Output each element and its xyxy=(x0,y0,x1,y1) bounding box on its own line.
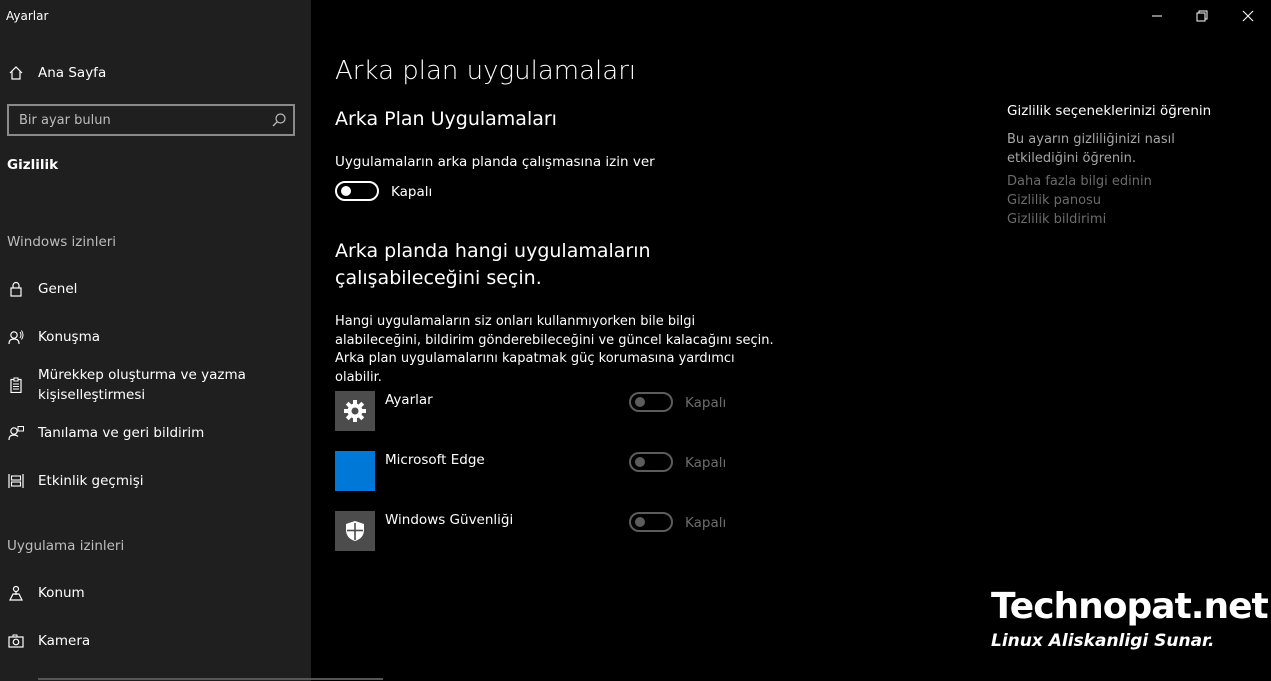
sidebar-item-diagnostics[interactable]: Tanılama ve geri bildirim xyxy=(0,411,311,455)
choose-apps-heading: Arka planda hangi uygulamaların çalışabi… xyxy=(335,240,651,289)
group-header-windows: Windows izinleri xyxy=(7,234,117,250)
sidebar-item-general[interactable]: Genel xyxy=(0,267,311,311)
app-toggle-state: Kapalı xyxy=(685,455,727,471)
sidebar-item-camera[interactable]: Kamera xyxy=(0,619,311,663)
app-name: Windows Güvenliği xyxy=(385,512,514,528)
timeline-icon xyxy=(7,472,25,490)
privacy-options-title: Gizlilik seçeneklerinizi öğrenin xyxy=(1007,103,1212,119)
sidebar-item-label: Etkinlik geçmişi xyxy=(38,473,144,489)
app-toggle-state: Kapalı xyxy=(685,515,727,531)
restore-icon xyxy=(1196,10,1208,22)
close-button[interactable] xyxy=(1225,0,1271,32)
app-tile-windows-security xyxy=(335,511,375,551)
privacy-dashboard-link[interactable]: Gizlilik panosu xyxy=(1007,193,1101,208)
close-icon xyxy=(1242,10,1254,22)
section-heading: Arka Plan Uygulamaları xyxy=(335,108,557,130)
section-title: Gizlilik xyxy=(7,157,59,173)
clipboard-icon xyxy=(7,376,25,394)
camera-icon xyxy=(7,632,25,650)
search-input[interactable] xyxy=(9,106,259,134)
toggle-knob xyxy=(635,517,645,527)
sidebar-item-label: Tanılama ve geri bildirim xyxy=(38,425,205,441)
app-toggle-settings[interactable] xyxy=(629,392,673,412)
learn-more-link[interactable]: Daha fazla bilgi edinin xyxy=(1007,174,1152,189)
sidebar-item-label: Ana Sayfa xyxy=(38,65,107,81)
watermark-tagline: Linux Aliskanligi Sunar. xyxy=(991,631,1215,651)
shield-icon xyxy=(346,521,364,541)
app-name: Microsoft Edge xyxy=(385,452,485,468)
privacy-options-description: Bu ayarın gizliliğinizi nasıl etkilediği… xyxy=(1007,132,1175,166)
edge-icon xyxy=(355,471,356,472)
lock-icon xyxy=(7,280,25,298)
toggle-knob xyxy=(635,457,645,467)
minimize-icon xyxy=(1152,15,1162,17)
speech-icon xyxy=(7,328,25,346)
bottom-divider xyxy=(38,678,383,680)
sidebar-item-speech[interactable]: Konuşma xyxy=(0,315,311,359)
allow-background-toggle[interactable] xyxy=(335,181,379,201)
sidebar: Ayarlar Ana Sayfa Gizlilik Windows izinl… xyxy=(0,0,311,681)
minimize-button[interactable] xyxy=(1134,0,1180,32)
restore-button[interactable] xyxy=(1179,0,1225,32)
sidebar-item-label: Genel xyxy=(38,281,78,297)
home-icon xyxy=(7,64,25,82)
sidebar-item-home[interactable]: Ana Sayfa xyxy=(0,51,311,95)
location-icon xyxy=(7,584,25,602)
allow-background-state: Kapalı xyxy=(391,184,433,200)
sidebar-item-label: Konuşma xyxy=(38,329,101,345)
app-title: Ayarlar xyxy=(6,9,49,23)
allow-background-label: Uygulamaların arka planda çalışmasına iz… xyxy=(335,154,655,170)
sidebar-item-location[interactable]: Konum xyxy=(0,571,311,615)
search-box[interactable] xyxy=(7,104,295,136)
sidebar-item-inking[interactable]: Mürekkep oluşturma ve yazma kişiselleşti… xyxy=(0,362,311,408)
watermark-brand: Technopat.net xyxy=(991,586,1269,627)
app-name: Ayarlar xyxy=(385,392,433,408)
search-icon[interactable] xyxy=(271,112,287,128)
privacy-statement-link[interactable]: Gizlilik bildirimi xyxy=(1007,212,1106,227)
sidebar-item-label: Mürekkep oluşturma ve yazma kişiselleşti… xyxy=(38,367,246,403)
app-toggle-edge[interactable] xyxy=(629,452,673,472)
sidebar-item-label: Kamera xyxy=(38,633,91,649)
feedback-icon xyxy=(7,424,25,442)
choose-apps-description: Hangi uygulamaların siz onları kullanmıy… xyxy=(335,314,774,385)
gear-icon xyxy=(344,400,366,422)
toggle-knob xyxy=(635,397,645,407)
toggle-knob xyxy=(341,186,351,196)
page-title: Arka plan uygulamaları xyxy=(335,56,637,86)
app-toggle-windows-security[interactable] xyxy=(629,512,673,532)
app-tile-settings xyxy=(335,391,375,431)
sidebar-item-label: Konum xyxy=(38,585,85,601)
group-header-apps: Uygulama izinleri xyxy=(7,538,125,554)
sidebar-item-activity-history[interactable]: Etkinlik geçmişi xyxy=(0,459,311,503)
app-toggle-state: Kapalı xyxy=(685,395,727,411)
app-tile-edge xyxy=(335,451,375,491)
